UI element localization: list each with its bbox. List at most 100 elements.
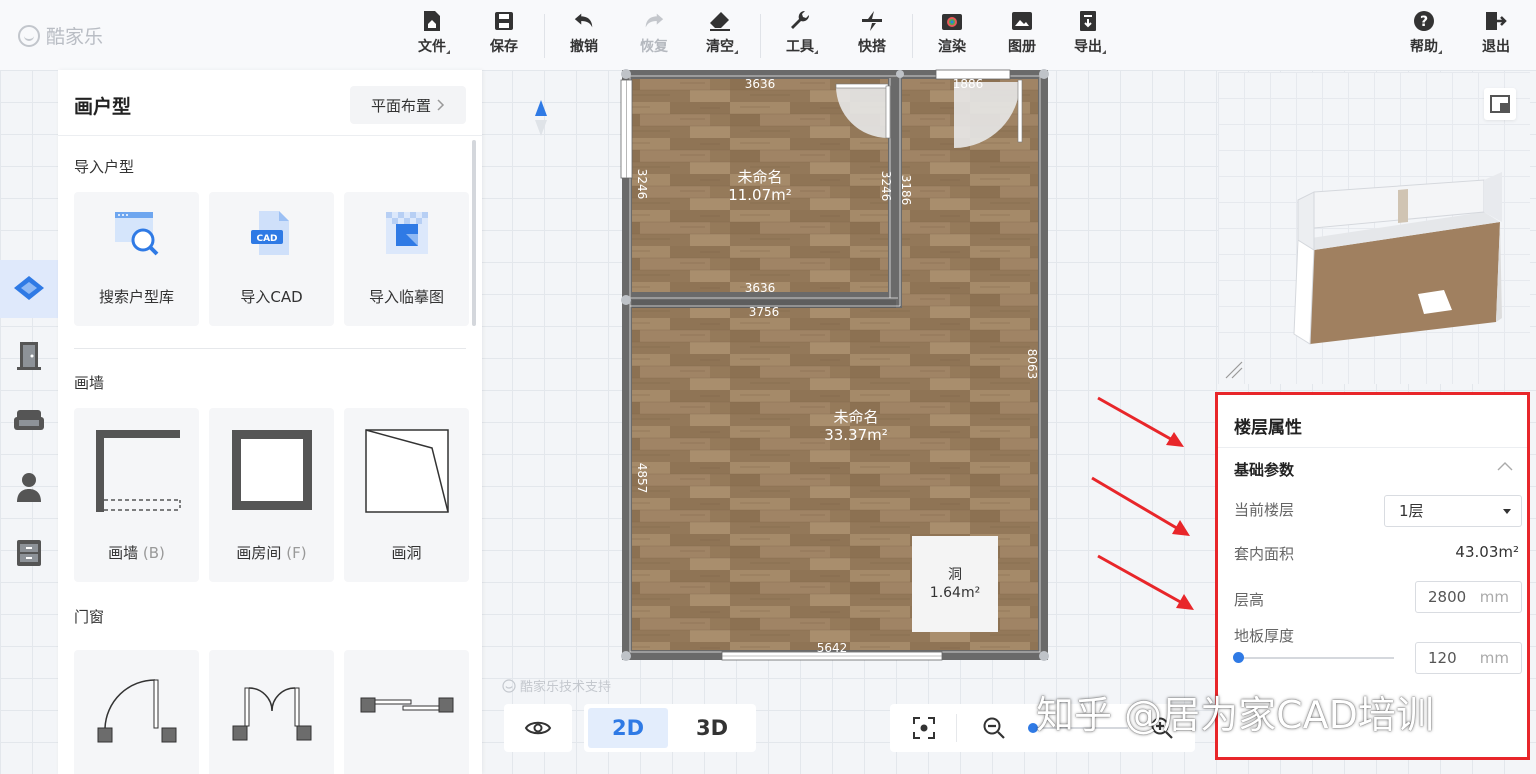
tools-button[interactable]: 工具 bbox=[772, 10, 828, 62]
draw-hole-icon bbox=[344, 426, 469, 516]
arrow-to-floor-select bbox=[1097, 396, 1177, 444]
tools-caret-icon bbox=[814, 50, 818, 54]
floor-thickness-unit: mm bbox=[1479, 649, 1509, 667]
rail-doors[interactable] bbox=[0, 326, 58, 384]
dim-left-upper: 3246 bbox=[635, 169, 649, 200]
eraser-icon bbox=[709, 10, 731, 32]
export-caret-icon bbox=[1102, 50, 1106, 54]
file-label: 文件 bbox=[418, 39, 446, 55]
mode-3d-button[interactable]: 3D bbox=[672, 708, 752, 748]
compass-icon[interactable] bbox=[532, 98, 550, 138]
floor-select[interactable]: 1层 bbox=[1384, 495, 1522, 527]
draw-hole-card[interactable]: 画洞 bbox=[344, 408, 469, 582]
layout-button[interactable]: 平面布置 bbox=[350, 86, 466, 124]
chevron-up-icon[interactable] bbox=[1497, 461, 1513, 471]
rail-furniture[interactable] bbox=[0, 392, 58, 450]
dim-bottom: 5642 bbox=[817, 641, 848, 655]
draw-wall-text: 画墙 bbox=[108, 544, 139, 562]
clear-button[interactable]: 清空 bbox=[692, 10, 748, 62]
floor-thickness-slider-track[interactable] bbox=[1236, 657, 1394, 659]
watermark-text: 酷家乐技术支持 bbox=[520, 680, 612, 695]
sliding-window-card[interactable] bbox=[344, 650, 469, 774]
export-button[interactable]: 导出 bbox=[1060, 10, 1116, 62]
render-label: 渲染 bbox=[938, 39, 966, 55]
fit-view-icon bbox=[913, 717, 935, 739]
toolbar-divider bbox=[760, 14, 761, 58]
toolbar-divider bbox=[912, 14, 913, 58]
image-album-icon bbox=[1011, 10, 1033, 32]
floor-height-input[interactable]: 2800 mm bbox=[1415, 581, 1522, 613]
floor-height-value: 2800 bbox=[1428, 588, 1467, 606]
import-trace-label: 导入临摹图 bbox=[368, 288, 444, 306]
draw-wall-shortcut: (B) bbox=[142, 544, 165, 562]
undo-button[interactable]: 撤销 bbox=[556, 10, 612, 62]
3d-room-model bbox=[1293, 172, 1502, 345]
floor-plan[interactable]: 洞 1.64m² 未命名 11.07m² 未命名 33.37m² 3636 18… bbox=[610, 66, 1050, 670]
import-trace-card[interactable]: 导入临摹图 bbox=[344, 192, 469, 326]
trace-image-icon bbox=[344, 208, 469, 258]
double-door-card[interactable] bbox=[209, 650, 334, 774]
rail-floorplan[interactable] bbox=[0, 260, 58, 318]
top-toolbar: 酷家乐 文件 保存 撤销 恢复 清空 工具 快搭 渲染 图册 导出 ? 帮助 退… bbox=[0, 0, 1536, 70]
logout-button[interactable]: 退出 bbox=[1468, 10, 1524, 62]
room-small-name: 未命名 bbox=[737, 168, 782, 186]
double-door-icon bbox=[209, 678, 334, 748]
floor-thickness-input[interactable]: 120 mm bbox=[1415, 642, 1522, 674]
redo-button[interactable]: 恢复 bbox=[626, 10, 682, 62]
quick-build-button[interactable]: 快搭 bbox=[844, 10, 900, 62]
toolbar-divider bbox=[544, 14, 545, 58]
lightning-icon bbox=[861, 10, 883, 32]
preview-expand-button[interactable] bbox=[1484, 88, 1516, 120]
floor-height-unit: mm bbox=[1479, 588, 1509, 606]
draw-room-shortcut: (F) bbox=[286, 544, 307, 562]
logout-label: 退出 bbox=[1482, 39, 1510, 55]
draw-room-card[interactable]: 画房间 (F) bbox=[209, 408, 334, 582]
floorplan-layers-icon bbox=[14, 276, 44, 300]
category-rail bbox=[0, 70, 58, 774]
help-button[interactable]: ? 帮助 bbox=[1396, 10, 1452, 62]
logo-text: 酷家乐 bbox=[46, 26, 104, 48]
3d-preview[interactable] bbox=[1218, 72, 1530, 384]
floor-thickness-label: 地板厚度 bbox=[1234, 627, 1295, 645]
zoom-out-icon bbox=[983, 717, 1005, 739]
expand-window-icon bbox=[1490, 95, 1510, 113]
fit-view-button[interactable] bbox=[896, 704, 952, 752]
wrench-icon bbox=[789, 10, 811, 32]
dim-top-left: 3636 bbox=[745, 77, 776, 91]
window-left[interactable] bbox=[620, 79, 633, 179]
undo-label: 撤销 bbox=[570, 39, 598, 55]
zoom-out-button[interactable] bbox=[966, 704, 1022, 752]
mode-2d-button[interactable]: 2D bbox=[588, 708, 668, 748]
single-door-card[interactable] bbox=[74, 650, 199, 774]
rail-people[interactable] bbox=[0, 458, 58, 516]
hole-area[interactable] bbox=[912, 536, 998, 632]
dim-mid-lower: 3756 bbox=[749, 305, 780, 319]
help-icon: ? bbox=[1413, 10, 1435, 32]
floor-select-value: 1层 bbox=[1399, 502, 1424, 520]
search-library-card[interactable]: 搜索户型库 bbox=[74, 192, 199, 326]
dim-mid-upper: 3636 bbox=[745, 281, 776, 295]
album-button[interactable]: 图册 bbox=[994, 10, 1050, 62]
resize-handle-icon[interactable] bbox=[1224, 360, 1244, 380]
save-button[interactable]: 保存 bbox=[476, 10, 532, 62]
chevron-right-icon bbox=[437, 99, 445, 111]
rail-cabinets[interactable] bbox=[0, 524, 58, 582]
panel-scrollbar[interactable] bbox=[472, 140, 476, 326]
draw-floorplan-panel: 画户型 平面布置 导入户型 搜索户型库 CAD 导入CAD 导入临摹图 画墙 画… bbox=[58, 70, 482, 774]
layout-button-label: 平面布置 bbox=[370, 96, 431, 115]
floor-thickness-slider-thumb[interactable] bbox=[1233, 652, 1244, 663]
sofa-icon bbox=[14, 410, 44, 430]
draw-wall-card[interactable]: 画墙 (B) bbox=[74, 408, 199, 582]
file-caret-icon bbox=[446, 50, 450, 54]
svg-text:?: ? bbox=[1420, 14, 1428, 30]
import-cad-card[interactable]: CAD 导入CAD bbox=[209, 192, 334, 326]
file-button[interactable]: 文件 bbox=[404, 10, 460, 62]
inner-area-value: 43.03m² bbox=[1455, 543, 1519, 561]
app-logo[interactable]: 酷家乐 bbox=[18, 22, 103, 49]
render-button[interactable]: 渲染 bbox=[924, 10, 980, 62]
dropdown-arrow-icon bbox=[1503, 509, 1511, 514]
visibility-button[interactable] bbox=[504, 704, 572, 752]
hole-area-value: 1.64m² bbox=[930, 585, 980, 601]
dim-right: 8063 bbox=[1025, 349, 1039, 380]
help-label: 帮助 bbox=[1410, 39, 1438, 55]
